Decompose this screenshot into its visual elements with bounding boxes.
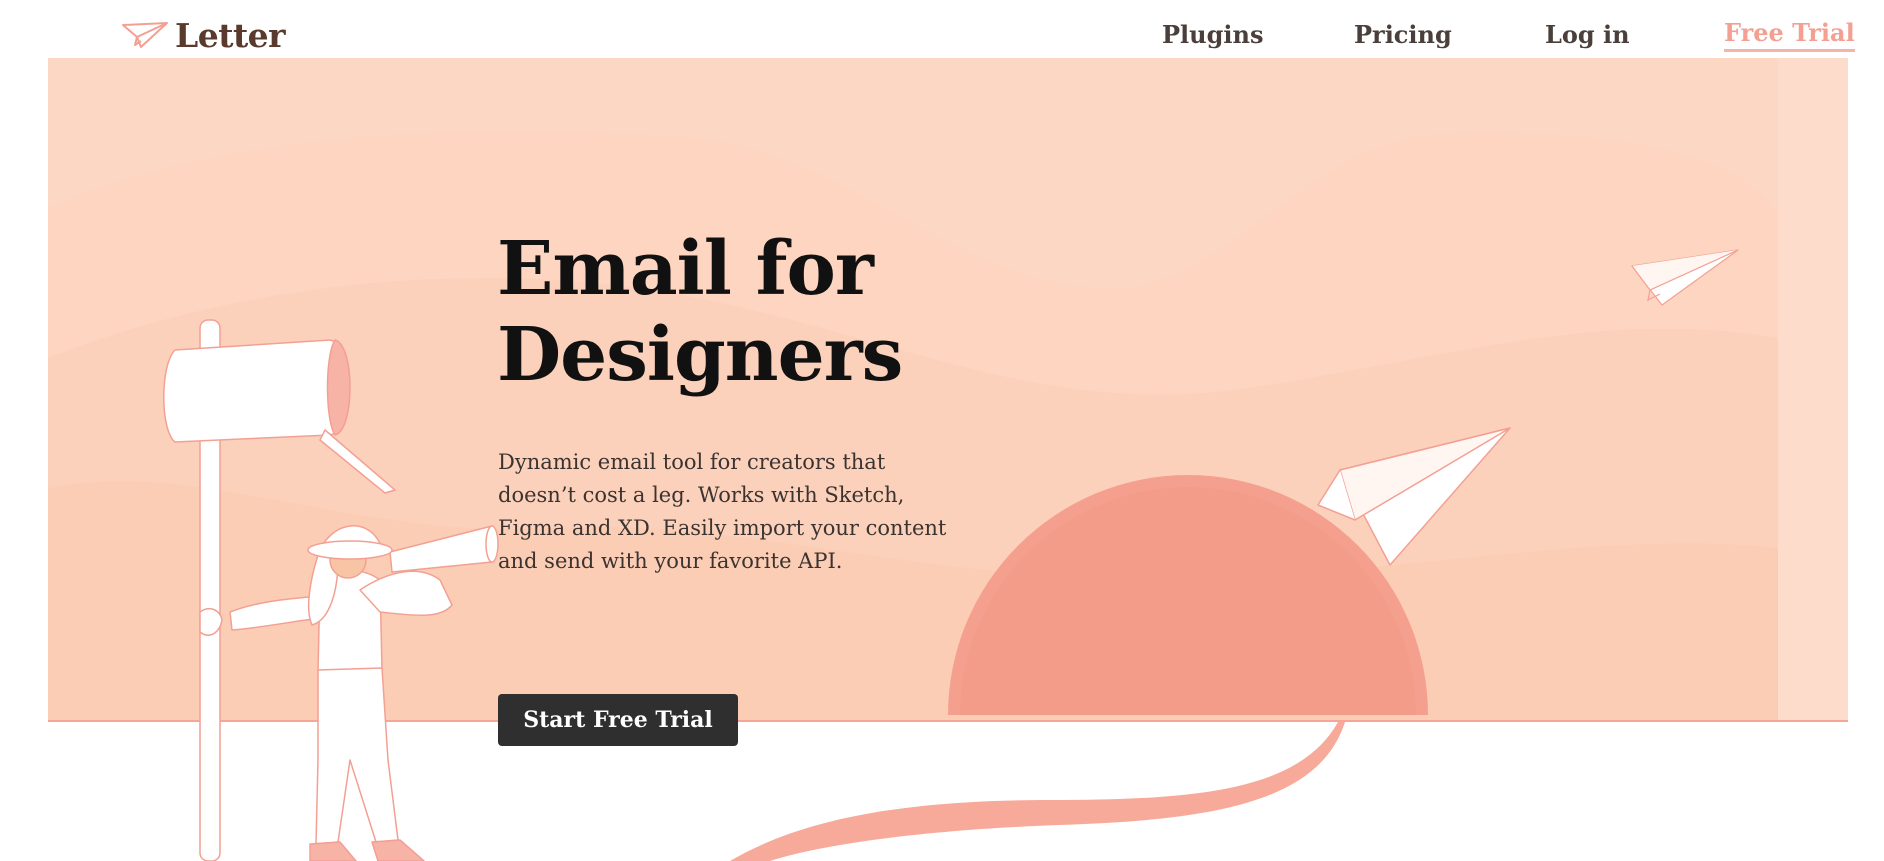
hero-description: Dynamic email tool for creators that doe…	[498, 450, 947, 573]
logo-text: Letter	[175, 16, 286, 55]
site-header: Letter Plugins Pricing Log in Free Trial	[0, 0, 1884, 58]
logo[interactable]: Letter	[121, 16, 286, 55]
hero-title-line-1: Email for	[497, 226, 874, 312]
hero-title-line-2: Designers	[497, 312, 903, 398]
nav-free-trial[interactable]: Free Trial	[1724, 18, 1855, 52]
paper-plane-icon	[122, 21, 168, 48]
start-free-trial-button[interactable]: Start Free Trial	[498, 694, 738, 746]
nav-plugins[interactable]: Plugins	[1162, 20, 1263, 49]
nav-login[interactable]: Log in	[1545, 20, 1630, 49]
landing-page: Letter Plugins Pricing Log in Free Trial	[0, 0, 1884, 861]
hero-title: Email for Designers	[497, 226, 1017, 398]
hero-divider	[48, 720, 1848, 722]
nav-pricing[interactable]: Pricing	[1354, 20, 1452, 49]
ribbon-path	[730, 722, 1345, 861]
